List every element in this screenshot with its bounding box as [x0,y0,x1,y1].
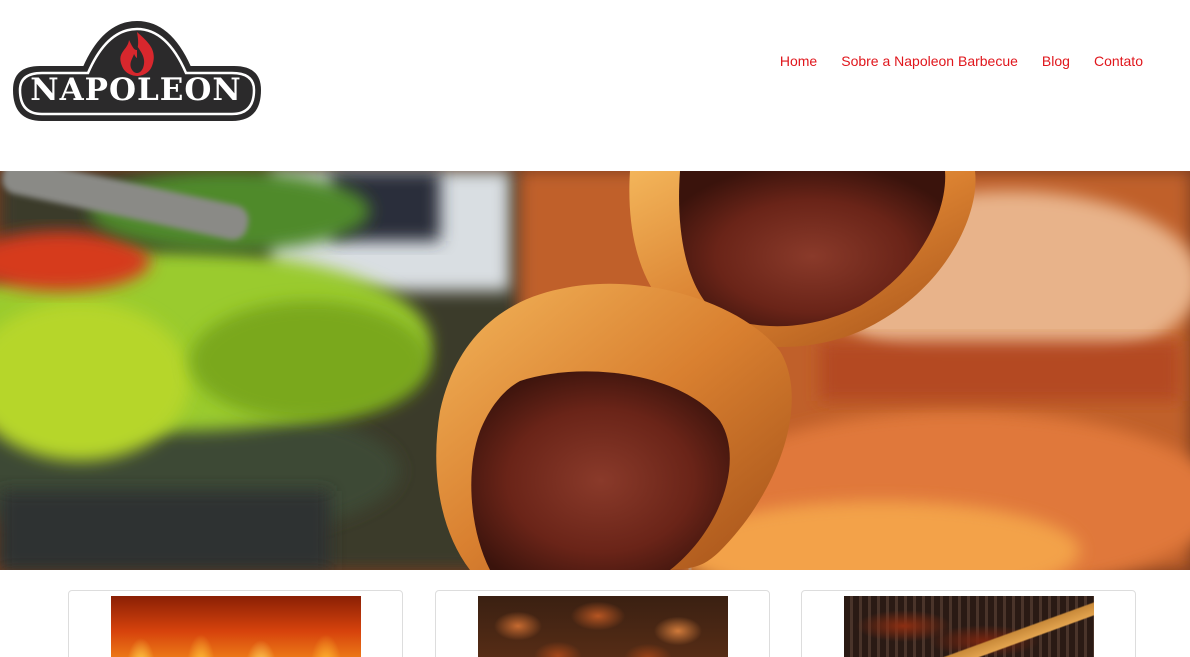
grill-flames-image [111,596,361,657]
card-grill[interactable] [68,590,403,657]
logo-wordmark: NAPOLEON [30,72,242,108]
nav-home-link[interactable]: Home [780,53,817,69]
nav-blog-link[interactable]: Blog [1042,53,1070,69]
lower-meat-piece [436,283,792,570]
main-nav: Home Sobre a Napoleon Barbecue Blog Cont… [780,53,1143,69]
site-header: NAPOLEON Home Sobre a Napoleon Barbecue … [0,0,1190,171]
bbq-ribs-image [844,596,1094,657]
grilled-chicken-image [478,596,728,657]
napoleon-logo[interactable]: NAPOLEON [12,20,262,122]
card-chicken[interactable] [435,590,770,657]
nav-about-link[interactable]: Sobre a Napoleon Barbecue [841,53,1018,69]
card-ribs[interactable] [801,590,1136,657]
hero-banner [0,171,1190,570]
hero-picanha-image [0,171,1190,570]
nav-contact-link[interactable]: Contato [1094,53,1143,69]
feature-cards [0,570,1190,657]
